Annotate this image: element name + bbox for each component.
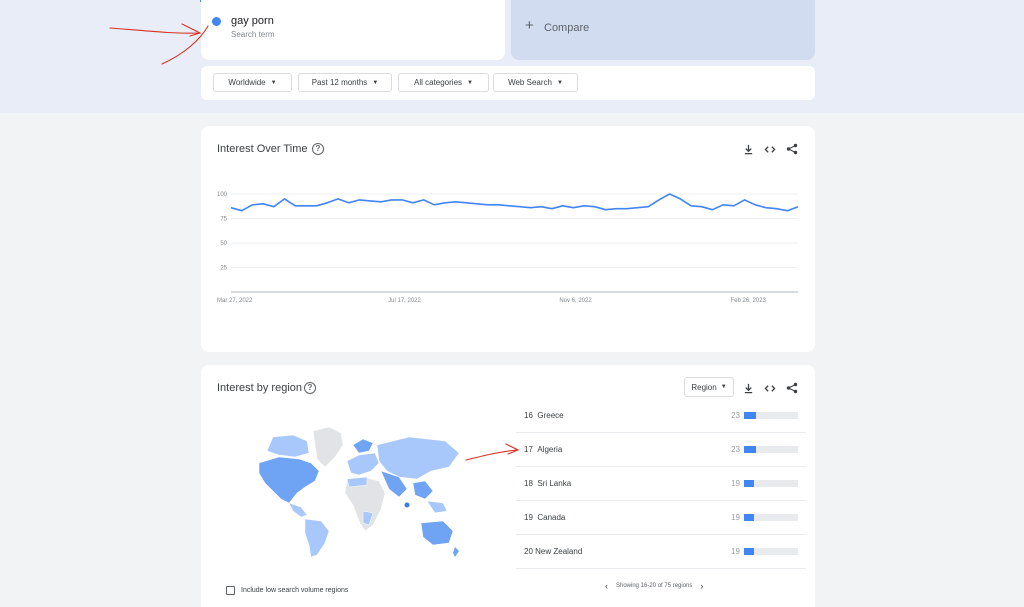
filter-bar: Worldwide ▼ Past 12 months ▼ All categorie… [201, 66, 815, 100]
interest-over-time-title: Interest Over Time [217, 143, 308, 155]
search-term-name[interactable]: gay porn [231, 15, 274, 27]
region-value: 23 [731, 411, 740, 420]
list-item[interactable]: 16 Greece 23 [516, 400, 806, 433]
region-bar-fill [744, 412, 757, 419]
region-rank: 19 [524, 513, 533, 522]
region-resolution-label: Region [691, 382, 717, 392]
download-icon[interactable] [741, 142, 755, 156]
embed-icon[interactable] [763, 142, 777, 156]
region-value: 19 [731, 479, 740, 488]
caret-down-icon: ▼ [720, 384, 727, 390]
embed-icon[interactable] [763, 381, 777, 395]
region-bar [744, 480, 798, 487]
region-bar [744, 514, 798, 521]
x-tick-label: Jul 17, 2022 [388, 298, 421, 304]
region-name: Algeria [537, 445, 563, 454]
region-bar-fill [744, 480, 755, 487]
share-icon[interactable] [785, 381, 799, 395]
caret-down-icon: ▼ [270, 79, 277, 86]
interest-by-region-card: Interest by region ? Region ▼ 16 Greece … [201, 365, 815, 607]
compare-button[interactable]: + Compare [511, 0, 815, 60]
region-rank: 16 [524, 411, 533, 420]
help-icon[interactable]: ? [312, 143, 324, 155]
chevron-left-icon[interactable]: ‹ [605, 581, 608, 591]
search-term-card[interactable]: gay porn Search term [201, 0, 505, 60]
filter-location[interactable]: Worldwide ▼ [213, 73, 292, 92]
y-tick-label: 75 [220, 217, 227, 223]
filter-category-label: All categories [414, 78, 463, 87]
low-volume-toggle[interactable]: Include low search volume regions [226, 586, 348, 595]
region-bar [744, 446, 798, 453]
interest-over-time-chart: 100 75 50 25 Mar 27, 2022 Jul 17, 2022 Nov 6, … [217, 192, 799, 304]
caret-down-icon: ▼ [467, 79, 473, 86]
annotation-arrow-region [465, 443, 520, 461]
search-term-sublabel: Search term [231, 30, 275, 39]
region-bar [744, 548, 798, 555]
filter-search-type-label: Web Search [508, 78, 552, 87]
region-bar-fill [744, 446, 757, 453]
region-value: 19 [731, 513, 740, 522]
help-icon[interactable]: ? [304, 382, 316, 394]
x-tick-label: Feb 26, 2023 [731, 298, 767, 304]
low-volume-label: Include low search volume regions [241, 587, 349, 594]
region-value: 23 [731, 445, 740, 454]
filter-time-range[interactable]: Past 12 months ▼ [298, 73, 392, 92]
caret-down-icon: ▼ [372, 79, 379, 86]
share-icon[interactable] [785, 142, 799, 156]
region-rank: 20 [524, 547, 533, 556]
region-bar [744, 412, 798, 419]
low-volume-checkbox[interactable] [226, 586, 235, 595]
y-tick-label: 100 [217, 192, 228, 198]
list-item[interactable]: 19 Canada 19 [516, 502, 806, 535]
caret-down-icon: ▼ [556, 79, 563, 86]
region-name: Sri Lanka [537, 479, 572, 488]
filter-category[interactable]: All categories ▼ [398, 73, 489, 92]
filter-time-label: Past 12 months [311, 78, 368, 87]
plus-icon: + [525, 17, 534, 34]
y-tick-label: 25 [220, 266, 227, 272]
interest-over-time-card: Interest Over Time ? 100 75 50 25 Mar 27, 20… [201, 126, 815, 352]
region-name: Canada [537, 513, 566, 522]
region-name: New Zealand [535, 547, 583, 556]
annotation-arrow-term [109, 23, 209, 65]
region-name: Greece [537, 411, 564, 420]
compare-label: Compare [544, 22, 590, 34]
list-item[interactable]: 17 Algeria 23 [516, 434, 806, 467]
filter-search-type[interactable]: Web Search ▼ [493, 73, 578, 92]
list-item[interactable]: 18 Sri Lanka 19 [516, 468, 806, 501]
region-rank: 18 [524, 479, 533, 488]
x-tick-label: Mar 27, 2022 [217, 298, 253, 304]
region-value: 19 [731, 547, 740, 556]
filter-location-label: Worldwide [228, 78, 266, 87]
region-bar-fill [744, 514, 755, 521]
series-line[interactable] [230, 193, 799, 212]
y-tick-label: 50 [220, 241, 227, 247]
list-item[interactable]: 20 New Zealand 19 [516, 536, 806, 569]
download-icon[interactable] [741, 381, 755, 395]
region-resolution-select[interactable]: Region ▼ [684, 377, 734, 397]
region-rank: 17 [524, 445, 533, 454]
region-pager: ‹ Showing 16-20 of 75 regions › [605, 581, 703, 591]
pager-text: Showing 16-20 of 75 regions [616, 583, 693, 589]
world-map[interactable] [249, 427, 463, 559]
region-bar-fill [744, 548, 755, 555]
chevron-right-icon[interactable]: › [700, 581, 703, 591]
x-tick-label: Nov 6, 2022 [559, 298, 592, 304]
interest-by-region-title: Interest by region [217, 382, 302, 394]
